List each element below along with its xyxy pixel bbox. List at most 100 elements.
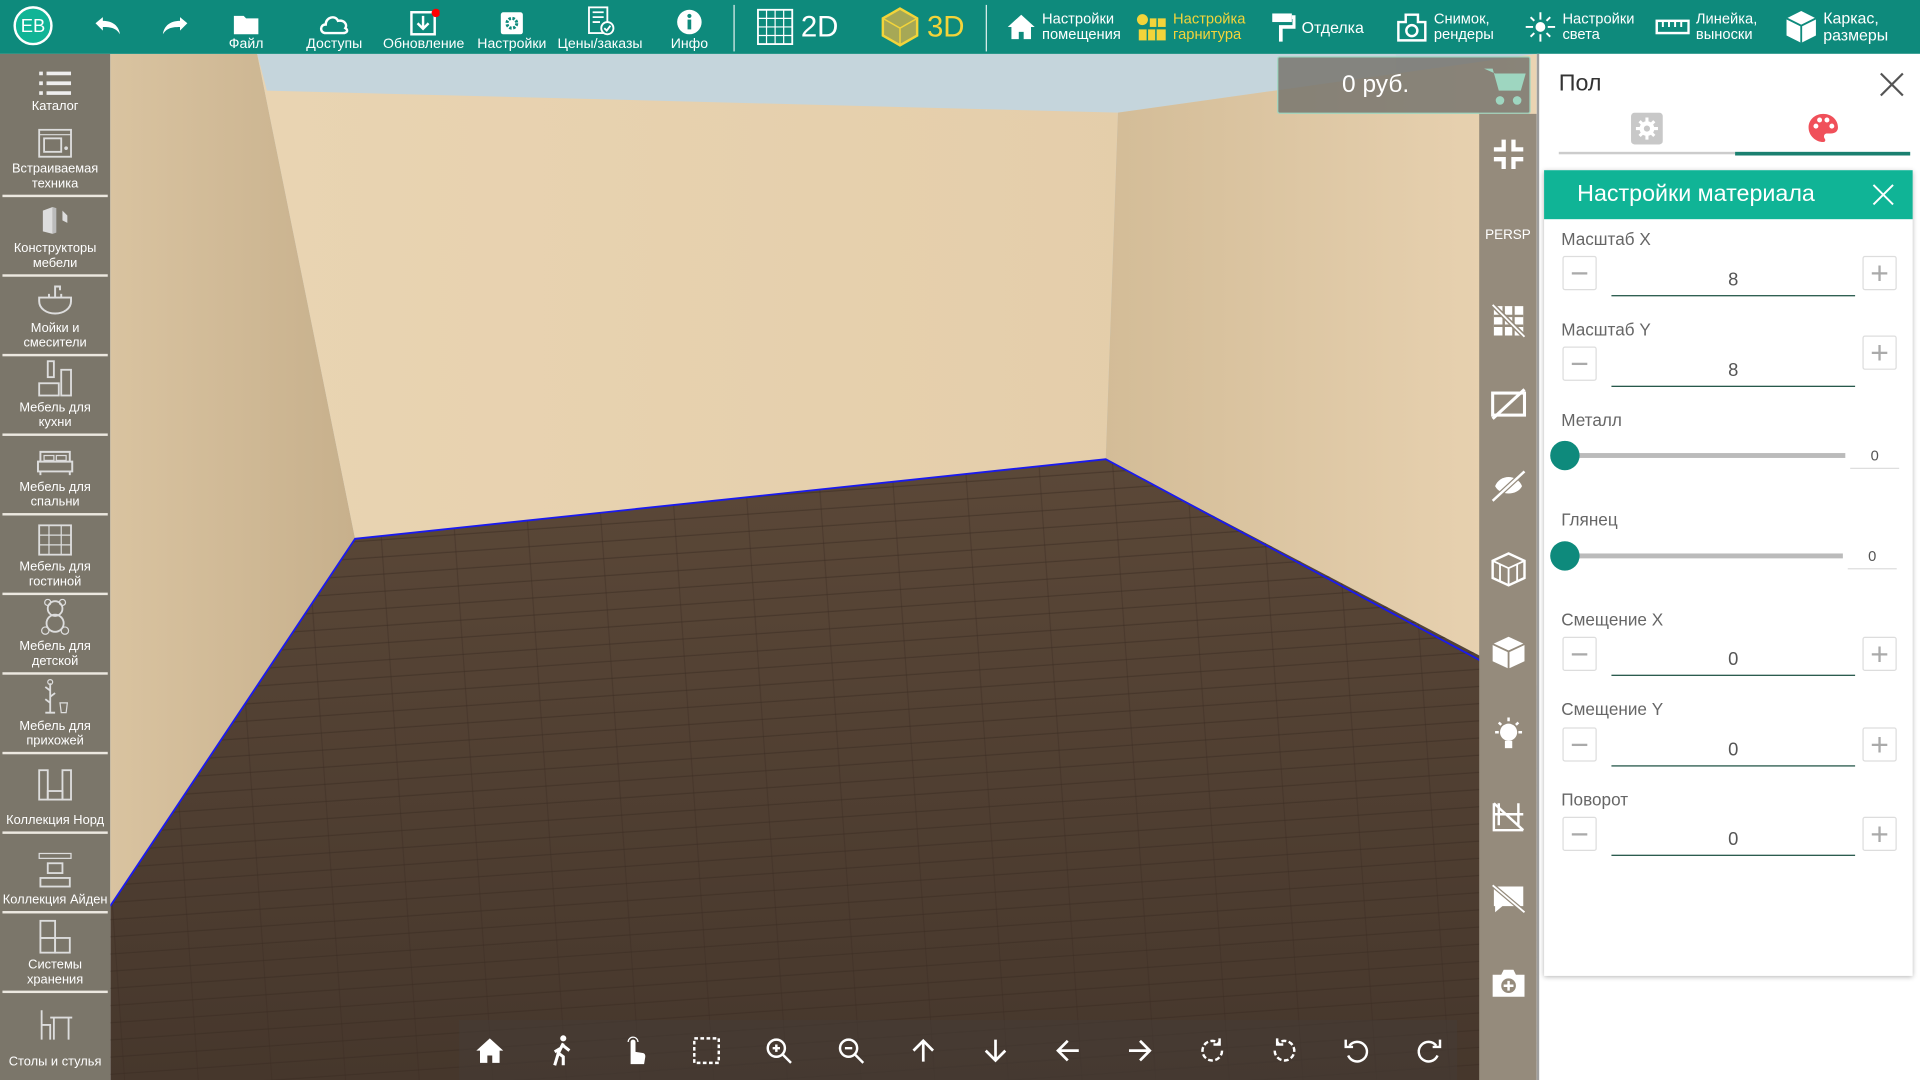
- view-2d-button[interactable]: 2D: [756, 0, 838, 54]
- info-button[interactable]: Инфо: [665, 0, 714, 54]
- gloss-slider-handle[interactable]: [1550, 541, 1580, 571]
- dimensions-toggle-button[interactable]: [1479, 800, 1537, 834]
- arrow-right-icon: [1128, 1039, 1152, 1062]
- box-outline-button[interactable]: [1479, 551, 1537, 588]
- ruler-button[interactable]: Линейка, выноски: [1655, 0, 1757, 54]
- price-list-icon: [588, 6, 615, 36]
- move-right-button[interactable]: [1122, 1032, 1159, 1069]
- snapshot-button[interactable]: Снимок, рендеры: [1396, 0, 1494, 54]
- sidebar-item-storage[interactable]: Системы хранения: [2, 913, 108, 994]
- screenshot-button[interactable]: [1479, 967, 1537, 999]
- sidebar-item-label: Встраиваемая техника: [11, 161, 99, 192]
- sidebar-item-hallway[interactable]: Мебель для прихожей: [2, 675, 108, 755]
- light-settings-button[interactable]: Настройки света: [1524, 0, 1635, 54]
- sidebar-item-label: Мебель для кухни: [19, 400, 91, 430]
- redo-button[interactable]: [158, 0, 195, 54]
- move-left-button[interactable]: [1049, 1032, 1086, 1069]
- grid-toggle-button[interactable]: [1479, 303, 1537, 338]
- sidebar-item-furniture-builder[interactable]: Конструкторы мебели: [2, 197, 108, 277]
- light-label-2: света: [1562, 25, 1600, 43]
- file-button[interactable]: Файл: [216, 0, 277, 54]
- collapse-button[interactable]: [1479, 138, 1537, 170]
- tab-settings[interactable]: [1558, 105, 1736, 155]
- select-area-button[interactable]: [688, 1032, 725, 1069]
- zoom-out-button[interactable]: [833, 1032, 870, 1069]
- scale-x-increment[interactable]: +: [1862, 255, 1897, 291]
- offset-x-increment[interactable]: +: [1862, 636, 1897, 672]
- settings-button[interactable]: Настройки: [475, 0, 548, 54]
- collapse-icon: [1493, 139, 1523, 169]
- scale-y-input[interactable]: [1611, 353, 1856, 387]
- metal-value[interactable]: 0: [1850, 447, 1900, 469]
- close-material-icon[interactable]: [1872, 184, 1894, 206]
- texture-off-icon: [1490, 469, 1526, 503]
- sidebar-item-appliances[interactable]: Встраиваемая техника: [2, 118, 108, 198]
- update-label: Обновление: [383, 36, 465, 52]
- sidebar-item-label: Конструкторы мебели: [13, 241, 97, 271]
- texture-toggle-button[interactable]: [1479, 469, 1537, 503]
- home-view-button[interactable]: [471, 1032, 508, 1069]
- box-solid-button[interactable]: [1479, 634, 1537, 671]
- labels-toggle-button[interactable]: [1479, 883, 1537, 915]
- access-button[interactable]: Доступы: [298, 0, 371, 54]
- sidebar-item-aiden[interactable]: Коллекция Айден: [2, 834, 108, 914]
- walls-toggle-button[interactable]: [1479, 388, 1537, 420]
- sidebar-item-living[interactable]: Мебель для гостиной: [2, 516, 108, 596]
- price-value: 0 руб.: [1342, 71, 1410, 98]
- avatar[interactable]: ЕВ: [13, 6, 53, 46]
- sidebar-item-catalog[interactable]: Каталог: [2, 54, 107, 118]
- set-settings-button[interactable]: Настройка гарнитура: [1135, 0, 1245, 54]
- metal-slider[interactable]: [1563, 453, 1846, 458]
- prices-button[interactable]: Цены/заказы: [551, 0, 649, 54]
- sidebar-item-nord[interactable]: Коллекция Норд: [2, 754, 108, 834]
- rotation-input[interactable]: [1611, 822, 1856, 856]
- scale-x-input[interactable]: [1611, 263, 1856, 297]
- move-up-button[interactable]: [905, 1032, 942, 1069]
- update-button[interactable]: Обновление: [381, 0, 467, 54]
- sidebar-item-kitchen[interactable]: Мебель для кухни: [2, 356, 108, 436]
- offset-y-decrement[interactable]: −: [1562, 727, 1597, 762]
- sidebar-item-kids[interactable]: Мебель для детской: [2, 595, 108, 675]
- rotation-increment[interactable]: +: [1862, 816, 1897, 852]
- offset-y-label: Смещение Y: [1561, 699, 1664, 719]
- scale-y-decrement[interactable]: −: [1562, 346, 1597, 381]
- house-icon: [1007, 14, 1035, 40]
- top-toolbar: ЕВ Файл Доступы Обновление Настройки Цен…: [0, 0, 1920, 54]
- rotation-decrement[interactable]: −: [1562, 816, 1597, 852]
- sidebar-item-sinks[interactable]: Мойки и смесители: [2, 277, 108, 357]
- tilt-up-button[interactable]: [1338, 1032, 1375, 1069]
- table-chair-icon: [40, 1010, 73, 1040]
- view-3d-label: 3D: [926, 10, 965, 44]
- tilt-down-button[interactable]: [1411, 1032, 1448, 1069]
- move-down-button[interactable]: [977, 1032, 1014, 1069]
- offset-y-increment[interactable]: +: [1862, 727, 1897, 762]
- scale-y-increment[interactable]: +: [1862, 335, 1897, 370]
- sidebar-item-tables[interactable]: Столы и стулья: [2, 993, 107, 1073]
- close-panel-icon[interactable]: [1878, 71, 1905, 98]
- rotate-cw-icon: [1201, 1038, 1224, 1062]
- offset-x-decrement[interactable]: −: [1562, 636, 1597, 672]
- frame-button[interactable]: Каркас, размеры: [1785, 0, 1888, 54]
- undo-button[interactable]: [88, 0, 125, 54]
- metal-slider-handle[interactable]: [1550, 440, 1580, 471]
- tab-material[interactable]: [1735, 105, 1911, 156]
- zoom-in-button[interactable]: [760, 1032, 797, 1069]
- 3d-viewport[interactable]: [110, 53, 1537, 1080]
- view-3d-button[interactable]: 3D: [879, 0, 965, 54]
- price-cart-button[interactable]: 0 руб.: [1277, 56, 1531, 114]
- perspective-toggle[interactable]: PERSP: [1479, 228, 1537, 243]
- offset-x-input[interactable]: [1611, 642, 1856, 676]
- finish-button[interactable]: Отделка: [1271, 0, 1364, 54]
- sidebar-item-label: Мебель для детской: [19, 639, 91, 669]
- light-toggle-button[interactable]: [1479, 716, 1537, 753]
- orbit-ccw-button[interactable]: [1266, 1032, 1303, 1069]
- scale-x-decrement[interactable]: −: [1562, 255, 1597, 291]
- gloss-value[interactable]: 0: [1847, 547, 1897, 570]
- orbit-cw-button[interactable]: [1194, 1032, 1231, 1069]
- walk-mode-button[interactable]: [544, 1032, 581, 1069]
- sidebar-item-bedroom[interactable]: Мебель для спальни: [2, 436, 108, 516]
- pan-mode-button[interactable]: [616, 1032, 653, 1069]
- room-settings-button[interactable]: Настройки помещения: [1007, 0, 1121, 54]
- offset-y-input[interactable]: [1611, 733, 1856, 767]
- gloss-slider[interactable]: [1563, 553, 1843, 559]
